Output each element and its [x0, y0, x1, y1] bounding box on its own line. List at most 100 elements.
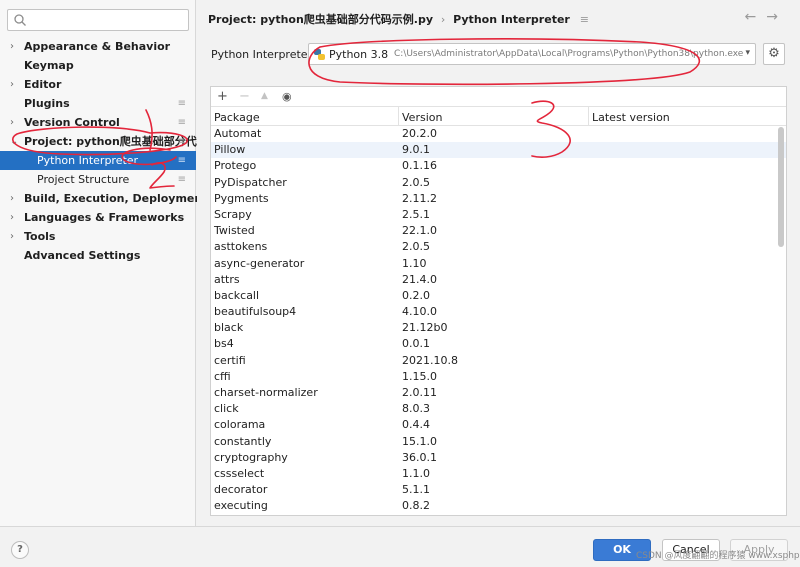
sidebar-item-languages[interactable]: › Languages & Frameworks [0, 208, 196, 227]
table-row[interactable]: beautifulsoup4 4.10.0 [211, 304, 786, 320]
chevron-right-icon: › [10, 193, 14, 204]
column-header-latest-version[interactable]: Latest version [592, 111, 670, 124]
package-table-scrollbar[interactable] [778, 127, 784, 247]
table-row[interactable]: async-generator 1.10 [211, 256, 786, 272]
table-row[interactable]: Pillow 9.0.1 [211, 142, 786, 159]
package-toolbar: + − ▲ ◉ [211, 87, 786, 107]
package-version: 9.0.1 [402, 143, 430, 157]
package-name: decorator [214, 483, 268, 497]
package-name: bs4 [214, 337, 234, 351]
table-row[interactable]: backcall 0.2.0 [211, 288, 786, 304]
sidebar-item-label: Project Structure [37, 173, 130, 186]
interpreter-path: C:\Users\Administrator\AppData\Local\Pro… [394, 49, 744, 59]
package-name: Pygments [214, 191, 269, 205]
settings-sidebar: › Appearance & Behavior Keymap › Editor … [0, 0, 208, 526]
sidebar-item-appearance[interactable]: › Appearance & Behavior [0, 37, 196, 56]
table-row[interactable]: charset-normalizer 2.0.11 [211, 385, 786, 401]
eye-icon[interactable]: ◉ [282, 89, 292, 104]
sidebar-item-label: Keymap [24, 59, 74, 72]
forward-arrow-icon[interactable]: → [766, 9, 788, 25]
sidebar-item-label: Python Interpreter [37, 154, 139, 167]
sidebar-item-advanced-settings[interactable]: Advanced Settings [0, 246, 196, 265]
package-name: colorama [214, 418, 266, 432]
package-name: constantly [214, 434, 272, 448]
package-name: PyDispatcher [214, 175, 287, 189]
sidebar-item-keymap[interactable]: Keymap [0, 56, 196, 75]
package-version: 20.2.0 [402, 127, 437, 140]
sidebar-item-editor[interactable]: › Editor [0, 75, 196, 94]
table-row[interactable]: executing 0.8.2 [211, 498, 786, 514]
table-row[interactable]: bs4 0.0.1 [211, 336, 786, 352]
sidebar-item-tools[interactable]: › Tools [0, 227, 196, 246]
breadcrumb-page: Python Interpreter [453, 13, 570, 26]
package-table: + − ▲ ◉ Package Version Latest version A… [210, 86, 787, 516]
package-name: Protego [214, 159, 257, 173]
add-package-icon[interactable]: + [217, 89, 228, 104]
table-row[interactable]: Twisted 22.1.0 [211, 223, 786, 239]
sidebar-item-build[interactable]: › Build, Execution, Deployment [0, 189, 207, 208]
column-divider [588, 107, 589, 126]
sidebar-item-project[interactable]: ⌄ Project: python爬虫基础部分代码 ≡ [0, 132, 208, 151]
sidebar-item-label: Editor [24, 78, 62, 91]
table-row[interactable]: colorama 0.4.4 [211, 417, 786, 433]
package-name: beautifulsoup4 [214, 305, 297, 319]
package-name: asttokens [214, 240, 268, 254]
column-header-package[interactable]: Package [214, 111, 260, 124]
table-row[interactable]: click 8.0.3 [211, 401, 786, 417]
table-row[interactable]: Protego 0.1.16 [211, 158, 786, 174]
table-row[interactable]: certifi 2021.10.8 [211, 353, 786, 369]
table-row[interactable]: cryptography 36.0.1 [211, 450, 786, 466]
sidebar-item-project-structure[interactable]: Project Structure ≡ [0, 170, 196, 189]
chevron-right-icon: › [10, 41, 14, 52]
back-arrow-icon[interactable]: ← [745, 9, 767, 25]
table-row[interactable]: constantly 15.1.0 [211, 434, 786, 450]
remove-package-icon[interactable]: − [239, 89, 250, 104]
sidebar-item-python-interpreter[interactable]: Python Interpreter ≡ [0, 151, 196, 170]
package-version: 21.12b0 [402, 321, 448, 335]
project-level-icon: ≡ [177, 117, 186, 128]
package-version: 2021.10.8 [402, 353, 458, 367]
sidebar-item-label: Version Control [24, 116, 120, 129]
table-row[interactable]: Pygments 2.11.2 [211, 191, 786, 207]
sidebar-item-version-control[interactable]: › Version Control ≡ [0, 113, 196, 132]
package-name: Scrapy [214, 207, 252, 221]
table-row[interactable]: cffi 1.15.0 [211, 369, 786, 385]
settings-search-input[interactable] [7, 9, 189, 31]
table-row[interactable]: decorator 5.1.1 [211, 482, 786, 498]
package-version: 2.11.2 [402, 191, 437, 205]
package-version: 1.1.0 [402, 466, 430, 480]
column-divider [398, 107, 399, 126]
package-name: backcall [214, 288, 260, 302]
help-icon[interactable]: ? [11, 541, 29, 559]
sidebar-item-label: Languages & Frameworks [24, 211, 185, 224]
table-row[interactable]: Automat 20.2.0 [211, 126, 786, 142]
table-row[interactable]: asttokens 2.0.5 [211, 239, 786, 255]
upgrade-package-icon[interactable]: ▲ [261, 89, 268, 104]
interpreter-select[interactable]: Python 3.8 C:\Users\Administrator\AppDat… [308, 43, 756, 65]
breadcrumb-separator: › [440, 13, 446, 26]
package-table-header: Package Version Latest version [211, 107, 786, 126]
package-name: attrs [214, 272, 240, 286]
gear-icon[interactable]: ⚙ [763, 43, 785, 65]
sidebar-item-plugins[interactable]: Plugins ≡ [0, 94, 196, 113]
project-level-icon: ≡ [177, 174, 186, 185]
package-version: 2.5.1 [402, 207, 430, 221]
table-row[interactable]: black 21.12b0 [211, 320, 786, 336]
table-row[interactable]: Scrapy 2.5.1 [211, 207, 786, 223]
package-version: 0.8.2 [402, 499, 430, 513]
table-row[interactable]: cssselect 1.1.0 [211, 466, 786, 482]
chevron-down-icon: ⌄ [10, 136, 19, 147]
project-level-icon: ≡ [177, 155, 186, 166]
package-name: cryptography [214, 450, 288, 464]
sidebar-item-label: Build, Execution, Deployment [24, 192, 208, 205]
package-version: 2.0.5 [402, 240, 430, 254]
package-version: 0.1.16 [402, 159, 437, 173]
table-row[interactable]: PyDispatcher 2.0.5 [211, 175, 786, 191]
table-row[interactable]: attrs 21.4.0 [211, 272, 786, 288]
column-header-version[interactable]: Version [402, 111, 442, 124]
chevron-right-icon: › [10, 231, 14, 242]
package-name: certifi [214, 353, 246, 367]
breadcrumb-project: Project: python爬虫基础部分代码示例.py [208, 13, 434, 26]
sidebar-item-label: Advanced Settings [24, 249, 141, 262]
package-version: 4.10.0 [402, 305, 437, 319]
